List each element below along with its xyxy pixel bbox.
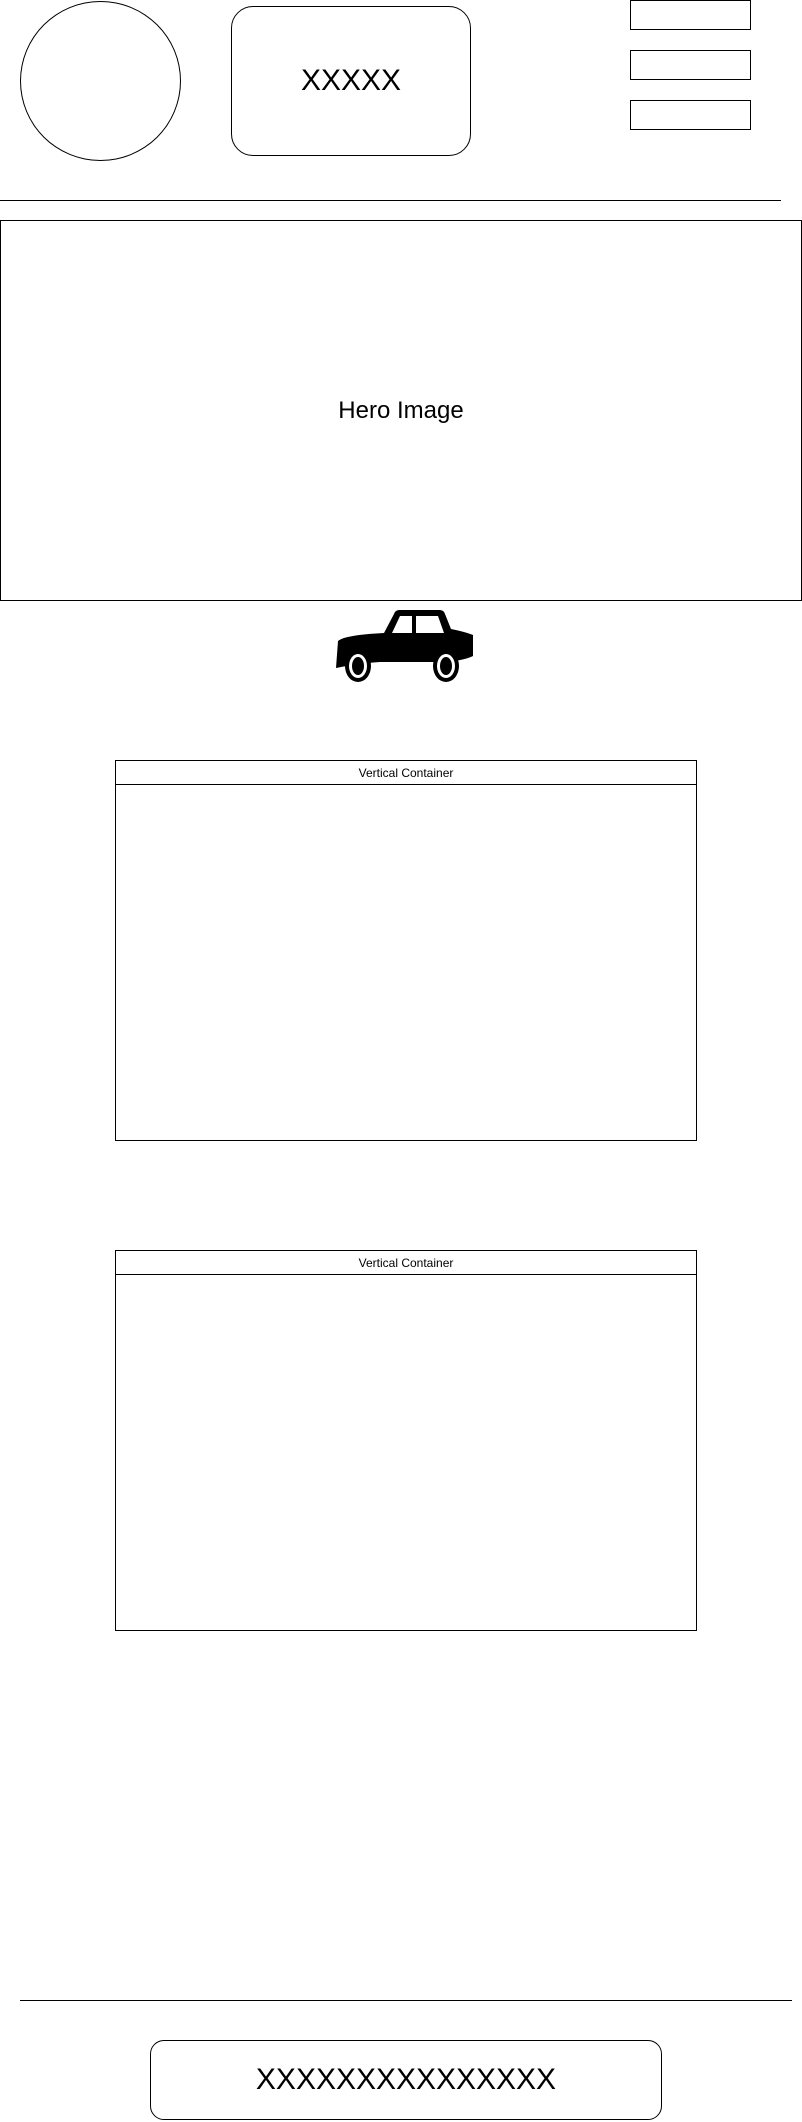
- footer-text: XXXXXXXXXXXXXXX: [255, 2063, 557, 2096]
- vertical-container-2: Vertical Container: [115, 1250, 697, 1631]
- vertical-container-1: Vertical Container: [115, 760, 697, 1141]
- logo-placeholder: [20, 1, 181, 161]
- hero-image: Hero Image: [0, 220, 802, 601]
- footer-box: XXXXXXXXXXXXXXX: [150, 2040, 662, 2120]
- vertical-container-title: Vertical Container: [358, 765, 454, 780]
- car-icon: [334, 608, 476, 683]
- hero-image-label: Hero Image: [338, 396, 464, 424]
- vertical-container-header: Vertical Container: [116, 761, 696, 785]
- vertical-container-title: Vertical Container: [358, 1255, 454, 1270]
- header-title-text: XXXXX: [300, 64, 402, 97]
- nav-item-2[interactable]: [630, 50, 751, 80]
- footer-divider: [20, 2000, 792, 2001]
- nav-item-1[interactable]: [630, 0, 751, 30]
- header-title-box: XXXXX: [231, 6, 471, 156]
- nav-item-3[interactable]: [630, 100, 751, 130]
- header-divider: [0, 200, 781, 201]
- vertical-container-header: Vertical Container: [116, 1251, 696, 1275]
